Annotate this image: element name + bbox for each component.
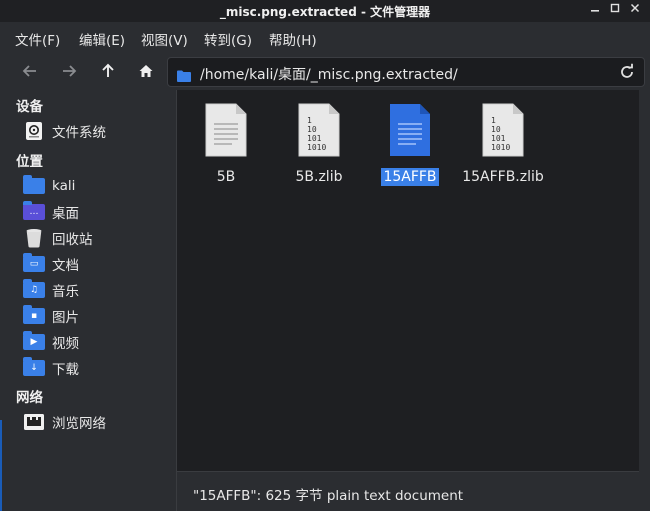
up-button[interactable] [96,59,120,83]
status-bar: "15AFFB": 625 字节 plain text document [177,471,639,511]
svg-text:1010: 1010 [307,143,326,152]
reload-icon [621,63,633,78]
svg-text:1010: 1010 [491,143,510,152]
svg-text:1: 1 [307,116,312,125]
file-item-selected[interactable]: 15AFFB [365,102,455,186]
file-manager-window: _misc.png.extracted - 文件管理器 文件(F) 编辑(E) … [0,0,650,511]
desktop-edge [0,420,2,511]
forward-button[interactable] [57,59,81,83]
text-file-icon [388,102,432,158]
file-name: 15AFFB.zlib [462,169,544,185]
svg-text:101: 101 [491,134,506,143]
svg-text:10: 10 [491,125,501,134]
menu-bar: 文件(F) 编辑(E) 视图(V) 转到(G) 帮助(H) [0,22,650,52]
downloads-folder-icon: ↓ [22,357,46,378]
arrow-left-icon [22,65,36,77]
menu-file[interactable]: 文件(F) [15,29,60,49]
sidebar-item-trash[interactable]: 回收站 [22,226,172,250]
file-name: 15AFFB [381,168,439,186]
sidebar-item-label: 桌面 [52,206,79,222]
svg-text:1: 1 [491,116,496,125]
sidebar-item-desktop[interactable]: … 桌面 [22,200,172,224]
sidebar-item-pictures[interactable]: ▪ 图片 [22,304,172,328]
close-icon [630,3,640,13]
arrow-up-icon [102,63,114,77]
sidebar-item-label: 文档 [52,258,79,274]
file-item[interactable]: 1 10 101 1010 15AFFB.zlib [458,102,548,186]
sidebar-item-label: 视频 [52,336,79,352]
sidebar-item-label: 回收站 [52,232,93,248]
sidebar-item-documents[interactable]: ▭ 文档 [22,252,172,276]
music-folder-icon: ♫ [22,279,46,300]
documents-folder-icon: ▭ [22,253,46,274]
back-button[interactable] [18,59,42,83]
sidebar-item-label: 音乐 [52,284,79,300]
close-button[interactable] [626,2,644,20]
maximize-button[interactable] [606,2,624,20]
text-file-icon [204,102,248,158]
minimize-icon [591,10,599,12]
sidebar-item-filesystem[interactable]: 文件系统 [22,119,172,143]
sidebar-item-videos[interactable]: ▶ 视频 [22,330,172,354]
file-view[interactable]: 5B 1 10 101 1010 5B.zlib 15AFFB 1 10 101 1010 … [177,90,639,471]
places-header: 位置 [16,154,43,170]
sidebar-item-music[interactable]: ♫ 音乐 [22,278,172,302]
sidebar: 设备 文件系统 位置 kali … 桌面 回收站 ▭ 文档 ♫ 音乐 ▪ 图片 … [0,90,176,511]
sidebar-item-label: 图片 [52,310,79,326]
status-text: "15AFFB": 625 字节 plain text document [193,488,464,504]
svg-text:101: 101 [307,134,322,143]
folder-icon [177,67,191,86]
menu-edit[interactable]: 编辑(E) [79,29,125,49]
toolbar: /home/kali/桌面/_misc.png.extracted/ [0,52,650,90]
sidebar-item-downloads[interactable]: ↓ 下载 [22,356,172,380]
sidebar-item-kali[interactable]: kali [22,174,172,198]
network-icon [22,412,46,432]
videos-folder-icon: ▶ [22,331,46,352]
pictures-folder-icon: ▪ [22,305,46,326]
sidebar-item-label: 下载 [52,362,79,378]
binary-file-icon: 1 10 101 1010 [297,102,341,158]
file-item[interactable]: 5B [181,102,271,186]
menu-go[interactable]: 转到(G) [204,29,252,49]
trash-icon [22,228,46,248]
minimize-button[interactable] [586,2,604,20]
sidebar-item-label: kali [52,178,76,194]
file-name: 5B [216,169,236,185]
sidebar-item-network[interactable]: 浏览网络 [22,410,172,434]
svg-text:10: 10 [307,125,317,134]
drive-icon [22,121,46,141]
devices-header: 设备 [16,99,43,115]
sidebar-item-label: 文件系统 [52,125,106,141]
home-icon [139,65,153,77]
binary-file-icon: 1 10 101 1010 [481,102,525,158]
location-path: /home/kali/桌面/_misc.png.extracted/ [200,67,458,83]
title-bar: _misc.png.extracted - 文件管理器 [0,0,650,22]
file-item[interactable]: 1 10 101 1010 5B.zlib [274,102,364,186]
menu-view[interactable]: 视图(V) [141,29,188,49]
right-edge [639,90,650,511]
desktop-folder-icon: … [22,201,46,222]
network-header: 网络 [16,390,43,406]
maximize-icon [610,3,620,13]
menu-help[interactable]: 帮助(H) [269,29,317,49]
home-folder-icon [22,175,46,196]
window-title: _misc.png.extracted - 文件管理器 [219,5,431,19]
sidebar-item-label: 浏览网络 [52,416,106,432]
reload-button[interactable] [618,63,636,81]
location-bar[interactable]: /home/kali/桌面/_misc.png.extracted/ [167,57,645,87]
file-name: 5B.zlib [295,169,343,185]
home-button[interactable] [134,59,158,83]
arrow-right-icon [63,65,77,77]
